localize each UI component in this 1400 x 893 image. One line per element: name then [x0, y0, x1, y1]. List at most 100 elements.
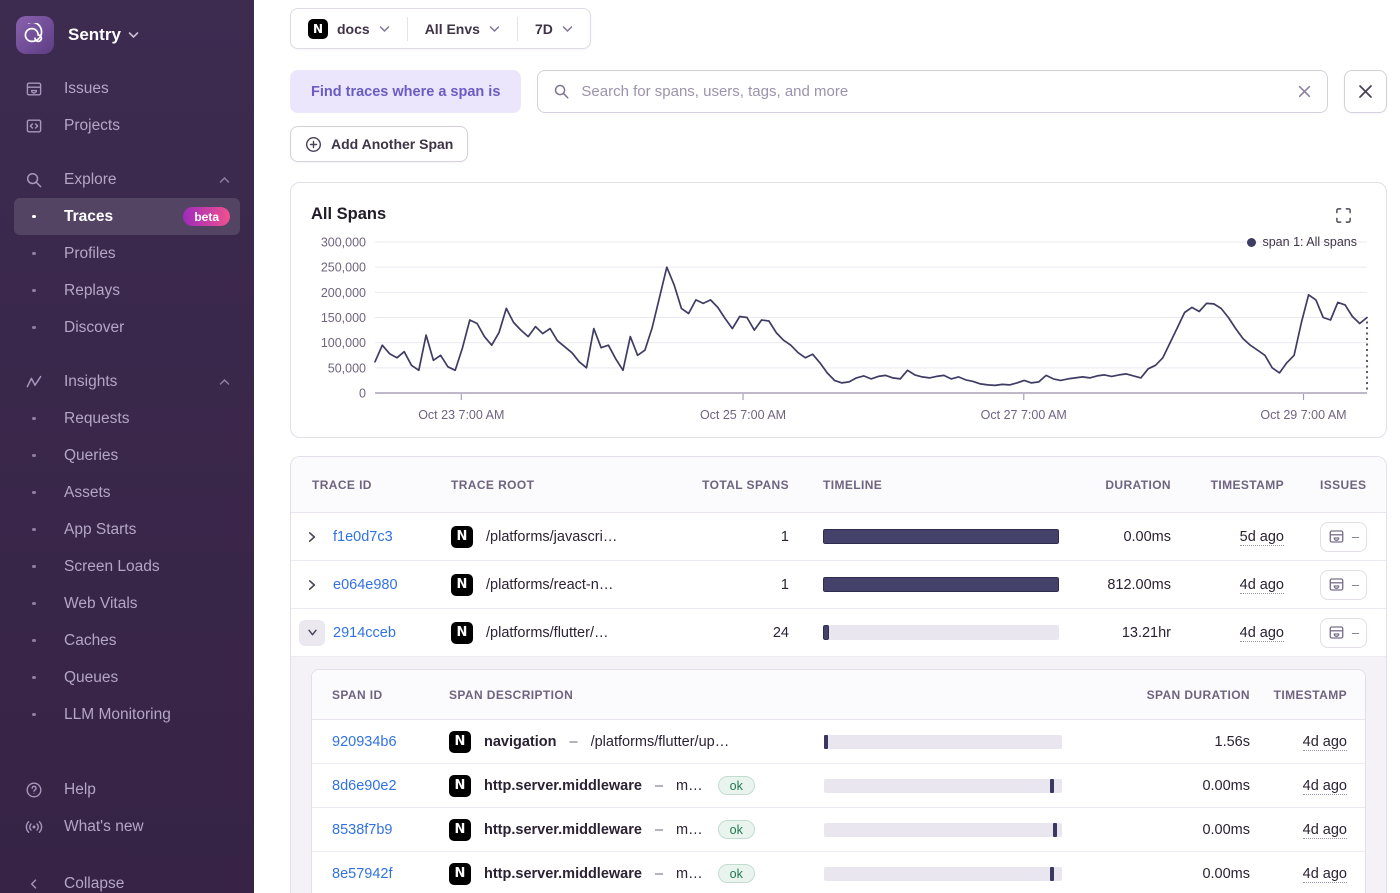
sidebar-item-profiles[interactable]: Profiles: [14, 235, 240, 272]
span-id-link[interactable]: 920934b6: [332, 734, 397, 750]
timestamp-value[interactable]: 4d ago: [1240, 577, 1284, 594]
legend-item-span1[interactable]: span 1: All spans: [1247, 235, 1357, 249]
clear-search-icon[interactable]: [1297, 84, 1312, 99]
timestamp-value[interactable]: 4d ago: [1303, 778, 1347, 795]
sidebar-item-queues[interactable]: Queues: [14, 659, 240, 696]
sidebar-item-caches[interactable]: Caches: [14, 622, 240, 659]
sidebar-item-queries[interactable]: Queries: [14, 437, 240, 474]
svg-text:150,000: 150,000: [321, 311, 366, 325]
sidebar-item-label: Queries: [64, 447, 230, 465]
search-icon: [553, 83, 570, 100]
trace-id-link[interactable]: 2914cceb: [333, 625, 451, 641]
project-selector[interactable]: N docs: [291, 19, 407, 39]
span-timeline-cell: [800, 779, 1090, 793]
trace-id-link[interactable]: e064e980: [333, 577, 451, 593]
find-traces-label[interactable]: Find traces where a span is: [290, 70, 521, 113]
sidebar-item-requests[interactable]: Requests: [14, 400, 240, 437]
table-row-span-920934b6: 920934b6 Nnavigation–/platforms/flutter/u…: [312, 720, 1365, 764]
sidebar-item-label: Screen Loads: [64, 558, 230, 576]
date-range-selector[interactable]: 7D: [518, 21, 590, 37]
span-id-link[interactable]: 8538f7b9: [332, 822, 392, 838]
bullet-dot: [24, 528, 44, 532]
span-id-link[interactable]: 8e57942f: [332, 866, 392, 882]
issues-button[interactable]: –: [1320, 618, 1367, 648]
sidebar-item-screen-loads[interactable]: Screen Loads: [14, 548, 240, 585]
span-status-badge: ok: [718, 820, 755, 839]
chevron-down-icon: [379, 25, 390, 33]
span-description-text: m…: [676, 866, 703, 882]
span-timeline-bar: [824, 779, 1062, 793]
span-timeline-bar: [824, 735, 1062, 749]
sidebar-item-label: Traces: [64, 208, 183, 226]
sidebar-item-explore[interactable]: Explore: [14, 161, 240, 198]
all-spans-line-chart: 050,000100,000150,000200,000250,000300,0…: [291, 183, 1386, 437]
search-input[interactable]: [581, 83, 1286, 100]
sidebar-item-replays[interactable]: Replays: [14, 272, 240, 309]
whatsnew-icon: [24, 818, 44, 836]
sidebar-item-label: Profiles: [64, 245, 230, 263]
environment-selector[interactable]: All Envs: [408, 21, 517, 37]
span-timeline-cell: [800, 735, 1090, 749]
sidebar-item-label: Web Vitals: [64, 595, 230, 613]
add-another-span-button[interactable]: Add Another Span: [290, 126, 468, 162]
span-timeline-cell: [800, 823, 1090, 837]
timestamp-value[interactable]: 4d ago: [1303, 866, 1347, 883]
sidebar-item-what-s-new[interactable]: What's new: [14, 808, 240, 845]
timestamp-value[interactable]: 5d ago: [1240, 529, 1284, 546]
span-op-name: http.server.middleware: [484, 778, 642, 794]
expand-row-button[interactable]: [291, 530, 333, 544]
total-spans-value: 24: [701, 625, 791, 641]
separator-dash: –: [655, 866, 663, 882]
sidebar-item-insights[interactable]: Insights: [14, 363, 240, 400]
sidebar-item-label: Issues: [64, 80, 230, 98]
sidebar-item-llm-monitoring[interactable]: LLM Monitoring: [14, 696, 240, 733]
sidebar-item-assets[interactable]: Assets: [14, 474, 240, 511]
table-row-span-8538f7b9: 8538f7b9Nhttp.server.middleware–m…ok0.00…: [312, 808, 1365, 852]
span-timeline-cell: [800, 867, 1090, 881]
expand-chart-button[interactable]: [1335, 207, 1352, 224]
sidebar-item-label: Insights: [64, 373, 219, 391]
timestamp-value[interactable]: 4d ago: [1303, 734, 1347, 751]
collapse-button[interactable]: Collapse: [14, 865, 240, 893]
trace-id-link[interactable]: f1e0d7c3: [333, 529, 451, 545]
sidebar-item-web-vitals[interactable]: Web Vitals: [14, 585, 240, 622]
span-description-cell: Nhttp.server.middleware–m…ok: [430, 863, 800, 885]
col-header-timeline: TIMELINE: [791, 478, 1091, 492]
svg-text:Oct 27 7:00 AM: Oct 27 7:00 AM: [981, 408, 1067, 422]
org-switcher[interactable]: Sentry: [68, 25, 139, 45]
environment-value: All Envs: [425, 21, 480, 37]
timestamp-cell: 5d ago: [1191, 529, 1286, 545]
expand-row-button[interactable]: [291, 578, 333, 592]
sidebar-item-app-starts[interactable]: App Starts: [14, 511, 240, 548]
org-name: Sentry: [68, 25, 121, 45]
spans-table-card: SPAN IDSPAN DESCRIPTIONSPAN DURATIONTIME…: [311, 669, 1366, 893]
traces-table-header: TRACE ID TRACE ROOT TOTAL SPANS TIMELINE…: [291, 457, 1386, 513]
timeline-fill: [823, 625, 829, 640]
duration-value: 812.00ms: [1091, 577, 1191, 593]
chart-title: All Spans: [311, 205, 386, 224]
sentry-logo[interactable]: [16, 16, 54, 54]
chevron-up-icon: [219, 176, 230, 184]
sidebar-item-traces[interactable]: Tracesbeta: [14, 198, 240, 235]
issues-button[interactable]: –: [1320, 522, 1367, 552]
sidebar-item-issues[interactable]: Issues: [14, 70, 240, 107]
timestamp-value[interactable]: 4d ago: [1303, 822, 1347, 839]
sidebar-item-label: Help: [64, 781, 230, 799]
sidebar-item-help[interactable]: Help: [14, 771, 240, 808]
sidebar-item-projects[interactable]: Projects: [14, 107, 240, 144]
timestamp-cell: 4d ago: [1191, 625, 1286, 641]
remove-span-filter-button[interactable]: [1344, 70, 1387, 113]
expanded-spans-section: SPAN IDSPAN DESCRIPTIONSPAN DURATIONTIME…: [291, 657, 1386, 893]
trace-root-path: /platforms/javascri…: [486, 529, 617, 545]
help-icon: [24, 781, 44, 799]
expand-row-button[interactable]: [291, 620, 333, 646]
sidebar-item-discover[interactable]: Discover: [14, 309, 240, 346]
sidebar-item-label: Queues: [64, 669, 230, 687]
plus-circle-icon: [305, 136, 322, 153]
issues-button[interactable]: –: [1320, 570, 1367, 600]
chevron-up-icon: [219, 378, 230, 386]
timeline-cell: [791, 577, 1091, 592]
span-id-link[interactable]: 8d6e90e2: [332, 778, 397, 794]
timestamp-value[interactable]: 4d ago: [1240, 625, 1284, 642]
span-description-cell: Nnavigation–/platforms/flutter/up…: [430, 731, 800, 753]
